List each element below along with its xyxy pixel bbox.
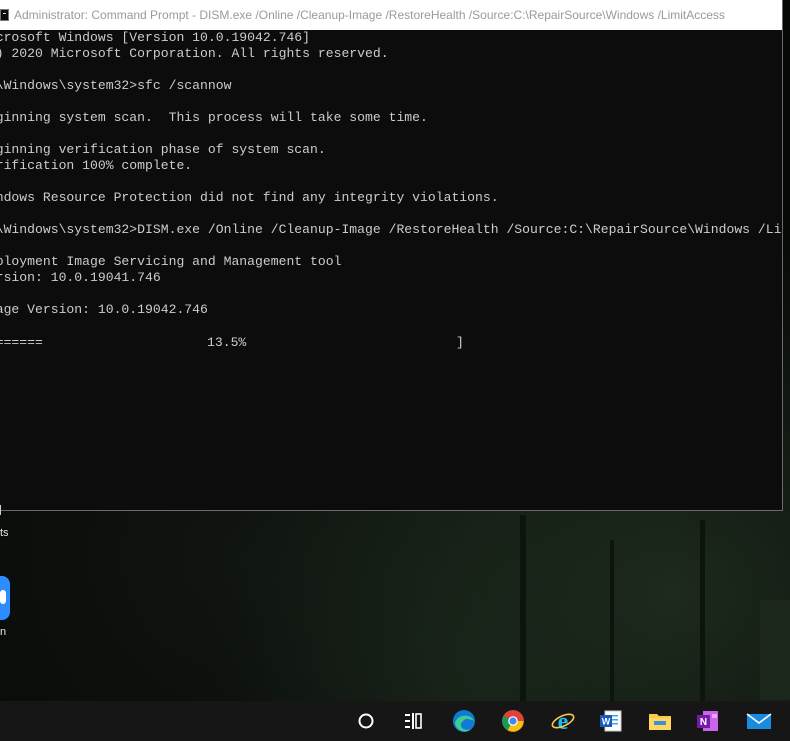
console-line: (c) 2020 Microsoft Corporation. All righ… bbox=[0, 46, 389, 61]
command-prompt-window[interactable]: Administrator: Command Prompt - DISM.exe… bbox=[0, 0, 783, 511]
cortana-circle-icon[interactable] bbox=[343, 701, 389, 741]
zoom-app-icon[interactable] bbox=[0, 576, 10, 620]
progress-percent: 13.5% bbox=[207, 335, 247, 350]
svg-text:W: W bbox=[602, 717, 611, 727]
taskbar: e W N bbox=[0, 701, 790, 741]
window-titlebar[interactable]: Administrator: Command Prompt - DISM.exe… bbox=[0, 0, 782, 30]
tree-trunk bbox=[700, 520, 705, 705]
task-view-icon[interactable] bbox=[390, 701, 436, 741]
desktop-icon-label[interactable]: ts bbox=[0, 527, 9, 539]
console-line: Verification 100% complete. bbox=[0, 158, 193, 173]
desktop-icon-label[interactable]: n bbox=[0, 626, 6, 638]
tree-trunk bbox=[520, 515, 526, 705]
chrome-icon[interactable] bbox=[490, 701, 536, 741]
resize-handle[interactable] bbox=[0, 505, 1, 515]
progress-bar-end: ] bbox=[456, 335, 464, 350]
console-line: C:\Windows\system32>sfc /scannow bbox=[0, 78, 232, 93]
console-line: Image Version: 10.0.19042.746 bbox=[0, 302, 208, 317]
onenote-icon[interactable]: N bbox=[685, 701, 731, 741]
tree-trunk bbox=[610, 540, 614, 705]
svg-text:N: N bbox=[700, 717, 707, 728]
file-explorer-icon[interactable] bbox=[637, 701, 683, 741]
progress-bar-fill: [======= bbox=[0, 335, 43, 350]
internet-explorer-icon[interactable]: e bbox=[540, 701, 586, 741]
console-line: Windows Resource Protection did not find… bbox=[0, 190, 499, 205]
console-line: Deployment Image Servicing and Managemen… bbox=[0, 254, 342, 269]
console-line: Version: 10.0.19041.746 bbox=[0, 270, 161, 285]
svg-text:e: e bbox=[558, 709, 569, 733]
foliage bbox=[760, 600, 790, 700]
console-line: C:\Windows\system32>DISM.exe /Online /Cl… bbox=[0, 222, 782, 237]
word-icon[interactable]: W bbox=[588, 701, 634, 741]
edge-icon[interactable] bbox=[441, 701, 487, 741]
console-line: Beginning system scan. This process will… bbox=[0, 110, 428, 125]
console-output[interactable]: Microsoft Windows [Version 10.0.19042.74… bbox=[0, 30, 782, 510]
window-title: Administrator: Command Prompt - DISM.exe… bbox=[14, 8, 725, 22]
mail-icon[interactable] bbox=[736, 701, 782, 741]
console-icon bbox=[0, 9, 9, 21]
console-line: Beginning verification phase of system s… bbox=[0, 142, 326, 157]
console-line: Microsoft Windows [Version 10.0.19042.74… bbox=[0, 30, 311, 45]
